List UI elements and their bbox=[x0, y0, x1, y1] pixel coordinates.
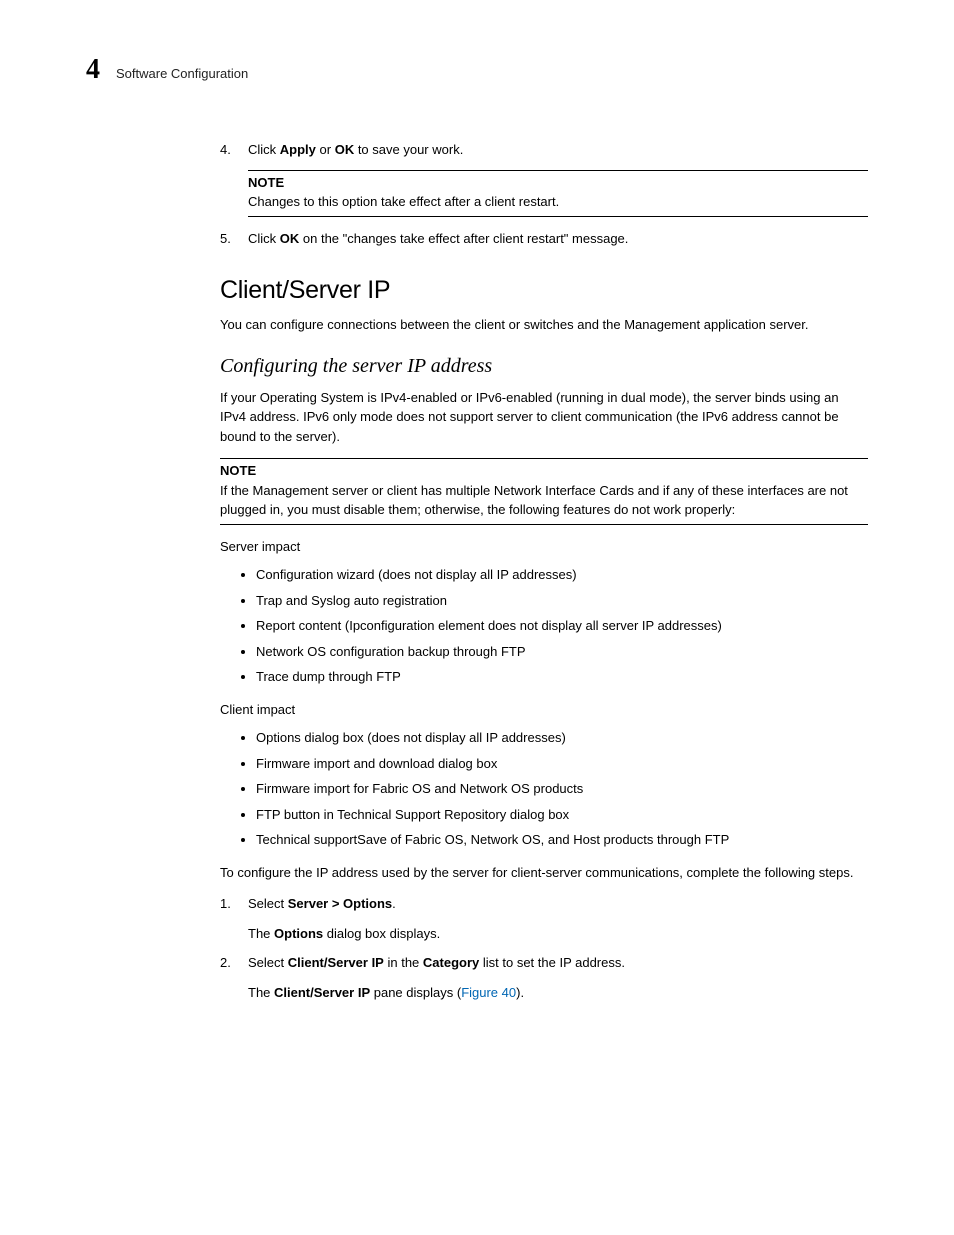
step-number: 4. bbox=[220, 140, 248, 160]
chapter-title: Software Configuration bbox=[116, 66, 248, 81]
note-block: NOTE Changes to this option take effect … bbox=[248, 170, 868, 217]
note-block: NOTE If the Management server or client … bbox=[220, 458, 868, 525]
section-heading: Client/Server IP bbox=[220, 276, 868, 305]
config-step-2: 2. Select Client/Server IP in the Catego… bbox=[220, 953, 868, 973]
note-text: Changes to this option take effect after… bbox=[248, 192, 868, 212]
list-item: Options dialog box (does not display all… bbox=[256, 725, 868, 751]
step-text: Select Client/Server IP in the Category … bbox=[248, 953, 868, 973]
config-step-1-sub: The Options dialog box displays. bbox=[248, 924, 868, 944]
step-text: Click OK on the "changes take effect aft… bbox=[248, 229, 868, 249]
subsection-intro: If your Operating System is IPv4-enabled… bbox=[220, 388, 868, 447]
list-item: Trap and Syslog auto registration bbox=[256, 588, 868, 614]
config-step-2-sub: The Client/Server IP pane displays (Figu… bbox=[248, 983, 868, 1003]
list-item: Trace dump through FTP bbox=[256, 664, 868, 690]
subsection-heading: Configuring the server IP address bbox=[220, 355, 868, 378]
step-5: 5. Click OK on the "changes take effect … bbox=[220, 229, 868, 249]
note-label: NOTE bbox=[220, 461, 868, 481]
list-item: Firmware import for Fabric OS and Networ… bbox=[256, 776, 868, 802]
list-item: Technical supportSave of Fabric OS, Netw… bbox=[256, 827, 868, 853]
step-number: 2. bbox=[220, 953, 248, 973]
client-impact-label: Client impact bbox=[220, 700, 868, 720]
list-item: Network OS configuration backup through … bbox=[256, 639, 868, 665]
section-intro: You can configure connections between th… bbox=[220, 315, 868, 335]
list-item: Firmware import and download dialog box bbox=[256, 751, 868, 777]
page-header: 4 Software Configuration bbox=[86, 54, 868, 86]
server-impact-list: Configuration wizard (does not display a… bbox=[220, 562, 868, 690]
config-intro: To configure the IP address used by the … bbox=[220, 863, 868, 883]
list-item: Configuration wizard (does not display a… bbox=[256, 562, 868, 588]
figure-link[interactable]: Figure 40 bbox=[461, 985, 516, 1000]
list-item: Report content (Ipconfiguration element … bbox=[256, 613, 868, 639]
chapter-number: 4 bbox=[86, 54, 100, 86]
client-impact-list: Options dialog box (does not display all… bbox=[220, 725, 868, 853]
config-step-1: 1. Select Server > Options. bbox=[220, 894, 868, 914]
step-text: Click Apply or OK to save your work. bbox=[248, 140, 868, 160]
step-number: 1. bbox=[220, 894, 248, 914]
step-4: 4. Click Apply or OK to save your work. bbox=[220, 140, 868, 160]
server-impact-label: Server impact bbox=[220, 537, 868, 557]
step-text: Select Server > Options. bbox=[248, 894, 868, 914]
list-item: FTP button in Technical Support Reposito… bbox=[256, 802, 868, 828]
note-label: NOTE bbox=[248, 173, 868, 193]
step-number: 5. bbox=[220, 229, 248, 249]
note-text: If the Management server or client has m… bbox=[220, 481, 868, 520]
